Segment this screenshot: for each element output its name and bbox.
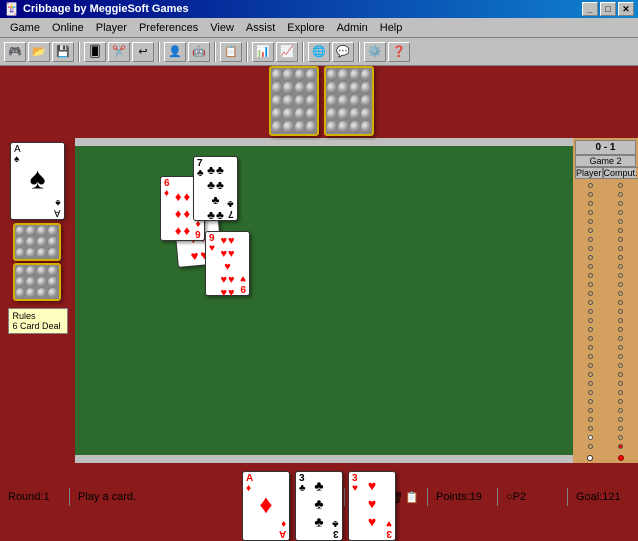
toolbar-sep3 bbox=[214, 42, 216, 62]
deal-info-box: Rules 6 Card Deal bbox=[8, 308, 68, 334]
crib-back-cards bbox=[9, 223, 67, 303]
minimize-button[interactable]: _ bbox=[582, 2, 598, 16]
player-hand-cards: A♦ ♦ A♦ 3♣ ♣♣♣ 3♣ 3♥ ♥♥♥ 3♥ bbox=[242, 471, 396, 541]
toolbar-player[interactable]: 👤 bbox=[164, 42, 186, 62]
game-layout: A♠ ♠ A♠ bbox=[0, 66, 638, 486]
computer-card-1 bbox=[269, 66, 319, 136]
card-rank-tl: A♠ bbox=[14, 145, 21, 165]
menu-online[interactable]: Online bbox=[46, 20, 90, 36]
title-bar-icon: 🃏 bbox=[4, 2, 19, 16]
info-deal: 6 Card Deal bbox=[13, 321, 63, 331]
menu-assist[interactable]: Assist bbox=[240, 20, 281, 36]
toolbar-sep5 bbox=[302, 42, 304, 62]
status-goal: Goal:121 bbox=[568, 488, 638, 506]
toolbar-save[interactable]: 💾 bbox=[52, 42, 74, 62]
score-header: 0 - 1 bbox=[575, 140, 636, 155]
round-text: Round:1 bbox=[8, 491, 50, 503]
played-card-9h[interactable]: 9♥ ♥♥ ♥♥ ♥ ♥♥ ♥♥ 9♥ bbox=[205, 231, 250, 296]
status-player: ○P2 bbox=[498, 488, 568, 506]
crib-back-bottom bbox=[13, 263, 61, 301]
toolbar-open[interactable]: 📂 bbox=[28, 42, 50, 62]
score-dots bbox=[575, 179, 636, 453]
info-rules: Rules bbox=[13, 311, 63, 321]
menu-explore[interactable]: Explore bbox=[281, 20, 330, 36]
menu-help[interactable]: Help bbox=[374, 20, 409, 36]
toolbar-undo[interactable]: ↩ bbox=[132, 42, 154, 62]
score-player-label: Player bbox=[575, 167, 603, 179]
close-button[interactable]: ✕ bbox=[618, 2, 634, 16]
menu-view[interactable]: View bbox=[204, 20, 240, 36]
computer-hand-area bbox=[0, 66, 638, 138]
computer-card-2 bbox=[324, 66, 374, 136]
maximize-button[interactable]: □ bbox=[600, 2, 616, 16]
toolbar-sep6 bbox=[358, 42, 360, 62]
left-panel: A♠ ♠ A♠ bbox=[0, 138, 75, 463]
menu-game[interactable]: Game bbox=[4, 20, 46, 36]
toolbar-stats[interactable]: 📊 bbox=[252, 42, 274, 62]
title-bar-text: Cribbage by MeggieSoft Games bbox=[23, 3, 189, 15]
toolbar-online[interactable]: 🌐 bbox=[308, 42, 330, 62]
score-col-labels: Player Comput. bbox=[575, 167, 636, 179]
computer-cards bbox=[239, 66, 399, 138]
toolbar-prefs[interactable]: ⚙️ bbox=[364, 42, 386, 62]
toolbar-computer[interactable]: 🤖 bbox=[188, 42, 210, 62]
ace-of-spades-card[interactable]: A♠ ♠ A♠ bbox=[10, 142, 65, 220]
card-suit-center: ♠ bbox=[30, 162, 46, 196]
crib-back-top bbox=[13, 223, 61, 261]
toolbar-rules[interactable]: 📋 bbox=[220, 42, 242, 62]
toolbar-sep4 bbox=[246, 42, 248, 62]
game-label: Game 2 bbox=[575, 155, 636, 167]
toolbar-help[interactable]: ❓ bbox=[388, 42, 410, 62]
peg-player bbox=[587, 455, 593, 461]
player-card-3c[interactable]: 3♣ ♣♣♣ 3♣ bbox=[295, 471, 343, 541]
ace-center: ♦ bbox=[259, 489, 272, 520]
middle-row: A♠ ♠ A♠ bbox=[0, 138, 638, 463]
play-area: 6♦ ♦♦ ♦♦ ♦♦ 6♦ 7♣ ♣♣ ♣♣ ♣ ♣♣ 7♣ bbox=[75, 146, 573, 455]
menu-admin[interactable]: Admin bbox=[331, 20, 374, 36]
player-card-ad[interactable]: A♦ ♦ A♦ bbox=[242, 471, 290, 541]
three-hearts-center: ♥♥♥ bbox=[368, 477, 376, 529]
played-card-7c[interactable]: 7♣ ♣♣ ♣♣ ♣ ♣♣ 7♣ bbox=[193, 156, 238, 221]
toolbar-cut[interactable]: ✂️ bbox=[108, 42, 130, 62]
peg-row bbox=[575, 455, 636, 461]
score-track bbox=[575, 179, 636, 453]
peg-computer bbox=[618, 455, 624, 461]
menu-preferences[interactable]: Preferences bbox=[133, 20, 204, 36]
card-rank-br: A♠ bbox=[54, 197, 61, 217]
score-panel: 0 - 1 Game 2 Player Comput. bbox=[573, 138, 638, 463]
three-clubs-center: ♣♣♣ bbox=[314, 477, 323, 529]
player-card-3h[interactable]: 3♥ ♥♥♥ 3♥ bbox=[348, 471, 396, 541]
toolbar-deal[interactable]: 🂠 bbox=[84, 42, 106, 62]
toolbar-sep1 bbox=[78, 42, 80, 62]
toolbar-chat[interactable]: 💬 bbox=[332, 42, 354, 62]
window-controls: _ □ ✕ bbox=[582, 2, 634, 16]
points-text: Points:19 bbox=[436, 491, 482, 503]
toolbar: 🎮 📂 💾 🂠 ✂️ ↩ 👤 🤖 📋 📊 📈 🌐 💬 ⚙️ ❓ bbox=[0, 38, 638, 66]
score-computer-label: Comput. bbox=[603, 167, 638, 179]
status-points: Points:19 bbox=[428, 488, 498, 506]
menu-player[interactable]: Player bbox=[90, 20, 133, 36]
menu-bar: Game Online Player Preferences View Assi… bbox=[0, 18, 638, 38]
player-indicator: ○P2 bbox=[506, 491, 526, 503]
goal-text: Goal:121 bbox=[576, 491, 621, 503]
message-text: Play a card. bbox=[78, 491, 136, 503]
title-bar: 🃏 Cribbage by MeggieSoft Games _ □ ✕ bbox=[0, 0, 638, 18]
toolbar-graph[interactable]: 📈 bbox=[276, 42, 298, 62]
toolbar-new[interactable]: 🎮 bbox=[4, 42, 26, 62]
toolbar-sep2 bbox=[158, 42, 160, 62]
status-round: Round:1 bbox=[0, 488, 70, 506]
